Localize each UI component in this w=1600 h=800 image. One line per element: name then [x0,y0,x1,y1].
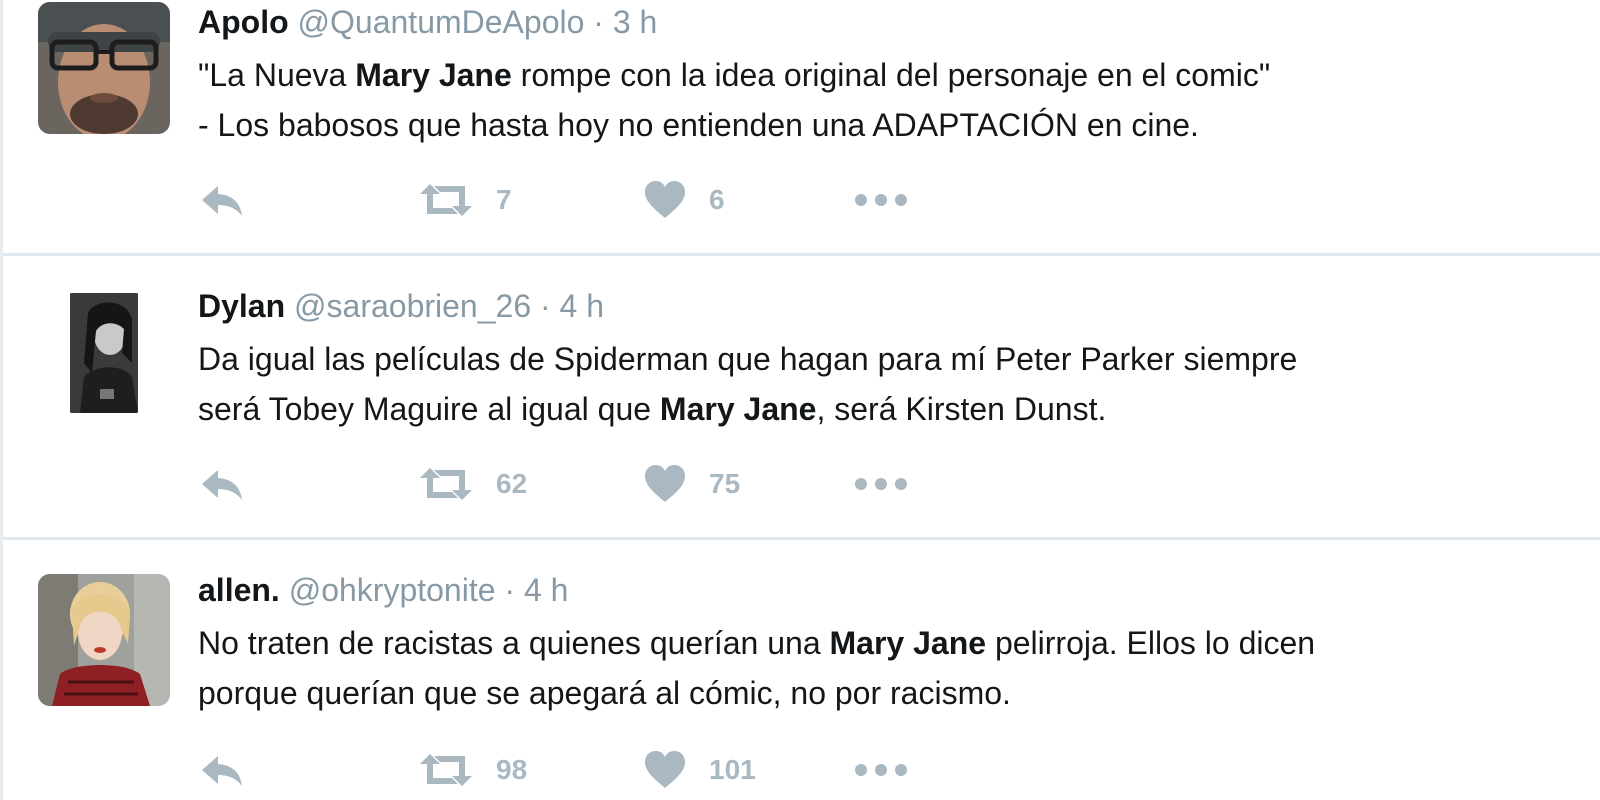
highlighted-term: Mary Jane [659,391,817,427]
reply-button[interactable] [198,750,246,790]
like-button[interactable]: 6 [643,180,725,220]
tweet-text: No traten de racistas a quienes querían … [198,618,1583,718]
tweet-text-line: No traten de racistas a quienes querían … [198,618,1583,668]
highlighted-term: Mary Jane [355,57,512,93]
like-button[interactable]: 75 [643,464,740,504]
tweet-text-line: "La Nueva Mary Jane rompe con la idea or… [198,50,1583,100]
tweet-content: Apolo @QuantumDeApolo · 3 h "La Nueva Ma… [198,2,1583,150]
like-count: 75 [709,468,741,499]
text-run: "La Nueva [198,57,356,93]
text-run: No traten de racistas a quienes querían … [198,625,830,661]
retweet-count: 98 [496,754,528,785]
retweet-icon [420,184,472,216]
text-run: será Tobey Maguire al igual que [198,391,660,427]
reply-button[interactable] [198,180,246,220]
avatar[interactable] [70,293,138,413]
avatar-image [70,293,138,413]
more-icon [855,478,907,490]
tweet-text-line: Da igual las películas de Spiderman que … [198,334,1583,384]
avatar-image [38,2,170,134]
author-name[interactable]: Dylan [198,288,285,324]
avatar[interactable] [38,2,170,134]
tweet-actions: 98 101 [198,750,958,790]
tweet-header: Apolo @QuantumDeApolo · 3 h [198,2,1583,42]
tweet-text-line: será Tobey Maguire al igual que Mary Jan… [198,384,1583,434]
more-icon [855,194,907,206]
author-name[interactable]: allen. [198,572,280,608]
like-count: 101 [709,754,756,785]
heart-icon [645,465,685,502]
text-run: , será Kirsten Dunst. [816,391,1107,427]
separator: · [593,4,604,40]
tweet-text-line: - Los babosos que hasta hoy no entienden… [198,100,1583,150]
heart-icon [645,181,685,218]
avatar-image [38,574,170,706]
text-run: rompe con la idea original del personaje… [511,57,1271,93]
tweet-header: Dylan @saraobrien_26 · 4 h [198,286,1583,326]
tweet-content: Dylan @saraobrien_26 · 4 h Da igual las … [198,286,1583,434]
separator: · [540,288,551,324]
reply-button[interactable] [198,464,246,504]
more-button[interactable] [853,464,909,504]
retweet-button[interactable]: 98 [418,750,527,790]
tweet-actions: 62 75 [198,464,958,504]
retweet-icon [420,468,472,500]
more-icon [855,764,907,776]
tweet-content: allen. @ohkryptonite · 4 h No traten de … [198,570,1583,718]
author-handle[interactable]: @ohkryptonite [289,572,496,608]
reply-icon [202,470,242,500]
author-handle[interactable]: @saraobrien_26 [294,288,531,324]
text-run: pelirroja. Ellos lo dicen [986,625,1316,661]
like-button[interactable]: 101 [643,750,756,790]
reply-icon [202,186,242,216]
more-button[interactable] [853,180,909,220]
text-run: - Los babosos que hasta hoy no entienden… [198,107,1199,143]
more-button[interactable] [853,750,909,790]
timestamp[interactable]: 4 h [560,288,604,324]
tweet-feed: Apolo @QuantumDeApolo · 3 h "La Nueva Ma… [0,0,1600,800]
highlighted-term: Mary Jane [829,625,987,661]
author-handle[interactable]: @QuantumDeApolo [298,4,585,40]
retweet-button[interactable]: 62 [418,464,527,504]
tweet-header: allen. @ohkryptonite · 4 h [198,570,1583,610]
reply-icon [202,756,242,786]
text-run: porque querían que se apegará al cómic, … [198,675,1011,711]
separator: · [504,572,516,608]
author-name[interactable]: Apolo [198,4,289,40]
heart-icon [645,751,685,788]
tweet-text-line: porque querían que se apegará al cómic, … [198,668,1583,718]
like-count: 6 [709,184,725,215]
tweet-text: "La Nueva Mary Jane rompe con la idea or… [198,50,1583,150]
retweet-count: 62 [496,468,528,499]
timestamp[interactable]: 3 h [613,4,657,40]
text-run: Da igual las películas de Spiderman que … [198,341,1298,377]
avatar[interactable] [38,574,170,706]
retweet-icon [420,754,472,786]
retweet-button[interactable]: 7 [418,180,512,220]
tweet-actions: 7 6 [198,180,958,220]
tweet-text: Da igual las películas de Spiderman que … [198,334,1583,434]
timestamp[interactable]: 4 h [524,572,568,608]
retweet-count: 7 [496,184,512,215]
